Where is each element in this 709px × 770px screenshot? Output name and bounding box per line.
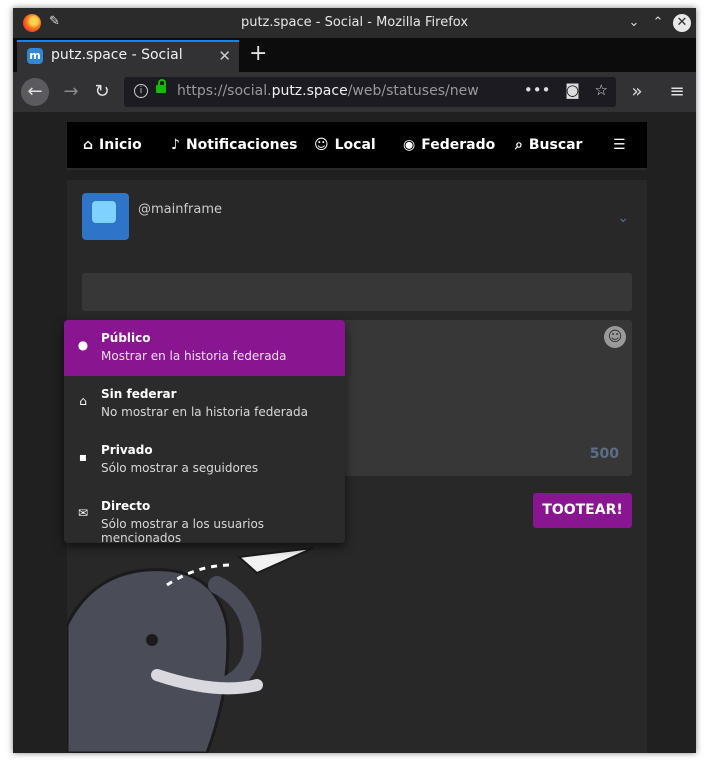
toot-button[interactable]: TOOTEAR!: [533, 493, 632, 528]
title-bar: ✎ putz.space - Social - Mozilla Firefox …: [13, 8, 696, 38]
search-icon: ⌕: [515, 137, 523, 153]
back-icon[interactable]: ←: [21, 78, 49, 106]
bookmark-star-icon[interactable]: ☆: [595, 81, 608, 99]
account-handle[interactable]: @mainframe: [138, 202, 222, 217]
envelope-icon: ✉: [77, 506, 89, 520]
secure-lock-icon: [156, 79, 166, 93]
pocket-icon[interactable]: ◙: [565, 81, 580, 99]
minimize-icon[interactable]: ⌄: [625, 14, 643, 32]
menu-icon[interactable]: ≡: [663, 78, 691, 106]
emoji-picker-icon[interactable]: ☺: [604, 326, 626, 348]
content-warning-input[interactable]: [82, 273, 632, 311]
page-actions-icon[interactable]: •••: [524, 81, 551, 99]
nav-item-federado[interactable]: ◉ Federado: [403, 137, 495, 153]
character-counter: 500: [589, 446, 619, 462]
forward-icon[interactable]: →: [57, 78, 85, 106]
option-publico[interactable]: ● Público Mostrar en la historia federad…: [64, 320, 345, 376]
mastodon-nav: ⌂ Inicio ♪ Notificaciones ☺ Local ◉ Federado…: [67, 122, 647, 170]
close-tab-icon[interactable]: ✕: [218, 47, 231, 65]
nav-item-local[interactable]: ☺ Local: [314, 137, 376, 153]
nav-item-buscar[interactable]: ⌕ Buscar: [515, 137, 582, 153]
lock-icon: ▪: [78, 450, 88, 464]
nav-item-inicio[interactable]: ⌂ Inicio: [83, 137, 142, 153]
url-bar[interactable]: i https://social.putz.space/web/statuses…: [124, 77, 616, 107]
maximize-icon[interactable]: ⌃: [649, 14, 667, 32]
close-window-icon[interactable]: ✕: [673, 14, 691, 32]
home-icon: ⌂: [83, 137, 94, 153]
reload-icon[interactable]: ↻: [88, 78, 116, 106]
visibility-dropdown: ● Público Mostrar en la historia federad…: [64, 320, 345, 543]
tab-social[interactable]: m putz.space - Social ✕: [17, 40, 239, 72]
option-directo[interactable]: ✉ Directo Sólo mostrar a los usuarios me…: [64, 488, 345, 543]
avatar[interactable]: [82, 193, 129, 240]
globe-icon: ◉: [403, 137, 416, 153]
url-text[interactable]: https://social.putz.space/web/statuses/n…: [177, 83, 479, 99]
users-icon: ☺: [314, 137, 329, 153]
globe-icon: ●: [77, 338, 89, 352]
url-actions: ••• ◙ ☆: [524, 81, 608, 99]
hamburger-menu-icon[interactable]: ☰: [613, 137, 626, 153]
tab-label: putz.space - Social: [51, 47, 183, 63]
info-icon[interactable]: i: [134, 84, 148, 98]
chevron-down-icon[interactable]: ⌄: [617, 210, 629, 226]
new-tab-icon[interactable]: +: [249, 41, 267, 66]
mastodon-favicon-icon: m: [27, 48, 43, 64]
page-content: ⌂ Inicio ♪ Notificaciones ☺ Local ◉ Federado…: [13, 112, 696, 753]
navigation-toolbar: ← → ↻ i https://social.putz.space/web/st…: [13, 72, 696, 112]
bell-icon: ♪: [171, 137, 180, 153]
overflow-icon[interactable]: »: [623, 78, 651, 106]
browser-window: ✎ putz.space - Social - Mozilla Firefox …: [13, 8, 696, 753]
option-privado[interactable]: ▪ Privado Sólo mostrar a seguidores: [64, 432, 345, 488]
mastodon-elephant-illustration: [67, 547, 314, 753]
option-sin-federar[interactable]: ⌂ Sin federar No mostrar en la historia …: [64, 376, 345, 432]
tab-bar: m putz.space - Social ✕ +: [13, 38, 696, 72]
unlock-icon: ⌂: [79, 394, 87, 408]
window-title: putz.space - Social - Mozilla Firefox: [240, 15, 469, 30]
nav-item-notificaciones[interactable]: ♪ Notificaciones: [171, 137, 297, 153]
